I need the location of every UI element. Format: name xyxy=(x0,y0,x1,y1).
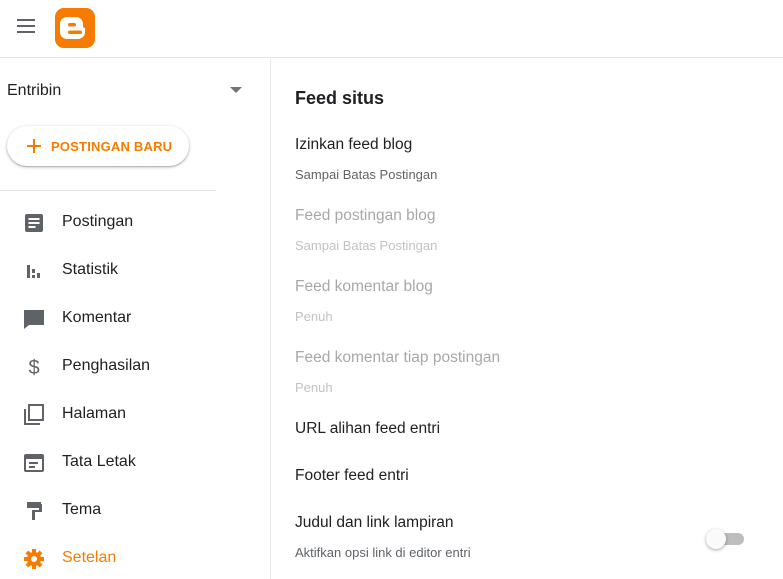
section-title: Feed situs xyxy=(295,88,385,108)
gear-icon xyxy=(22,547,46,571)
toggle-thumb xyxy=(706,529,726,549)
sidebar-item-label: Tata Letak xyxy=(62,453,136,470)
setting-value: Sampai Batas Postingan xyxy=(295,238,438,253)
setting-title: Feed postingan blog xyxy=(295,207,436,224)
stats-icon xyxy=(22,259,46,283)
blog-selector[interactable]: Entribin xyxy=(0,59,260,121)
sidebar-item-label: Halaman xyxy=(62,405,127,422)
sidebar-item-halaman[interactable]: Halaman xyxy=(0,393,260,437)
layout-icon xyxy=(22,451,46,475)
setting-title: Footer feed entri xyxy=(295,467,409,484)
hamburger-menu-icon[interactable] xyxy=(17,19,37,35)
setting-title: Feed komentar blog xyxy=(295,278,433,295)
sidebar-item-tata-letak[interactable]: Tata Letak xyxy=(0,441,260,485)
sidebar: Entribin POSTINGAN BARU Postingan Statis… xyxy=(0,59,271,579)
svg-text:$: $ xyxy=(28,357,39,379)
setting-title: Feed komentar tiap postingan xyxy=(295,349,501,366)
setting-value: Sampai Batas Postingan xyxy=(295,167,438,182)
theme-icon xyxy=(22,499,46,523)
dropdown-caret-icon xyxy=(230,87,242,93)
dollar-icon: $ xyxy=(22,355,46,379)
blogger-logo[interactable] xyxy=(55,8,95,48)
new-post-button[interactable]: POSTINGAN BARU xyxy=(7,126,189,166)
setting-value: Penuh xyxy=(295,380,333,395)
top-app-bar xyxy=(0,0,783,58)
posts-icon xyxy=(22,211,46,235)
new-post-label: POSTINGAN BARU xyxy=(51,139,173,154)
setting-title: URL alihan feed entri xyxy=(295,420,441,437)
pages-icon xyxy=(22,403,46,427)
sidebar-item-statistik[interactable]: Statistik xyxy=(0,249,260,293)
sidebar-divider xyxy=(0,190,216,191)
setting-value: Aktifkan opsi link di editor entri xyxy=(295,545,471,560)
sidebar-item-komentar[interactable]: Komentar xyxy=(0,297,260,341)
blog-name: Entribin xyxy=(7,82,62,99)
setting-blog-post-feed: Feed postingan blog Sampai Batas Posting… xyxy=(295,207,765,253)
sidebar-item-label: Setelan xyxy=(62,549,117,566)
setting-title: Izinkan feed blog xyxy=(295,136,413,153)
setting-post-feed-redirect-url[interactable]: URL alihan feed entri xyxy=(295,420,765,438)
setting-title-and-enclosure-links[interactable]: Judul dan link lampiran Aktifkan opsi li… xyxy=(295,514,765,560)
setting-per-post-comment-feed: Feed komentar tiap postingan Penuh xyxy=(295,349,765,395)
plus-icon xyxy=(26,138,42,154)
setting-blog-comment-feed: Feed komentar blog Penuh xyxy=(295,278,765,324)
sidebar-item-label: Statistik xyxy=(62,261,119,278)
main-content: Feed situs Izinkan feed blog Sampai Bata… xyxy=(272,59,783,579)
sidebar-item-label: Penghasilan xyxy=(62,357,151,374)
setting-allow-blog-feed[interactable]: Izinkan feed blog Sampai Batas Postingan xyxy=(295,136,765,182)
setting-post-feed-footer[interactable]: Footer feed entri xyxy=(295,467,765,485)
sidebar-item-label: Komentar xyxy=(62,309,132,326)
setting-value: Penuh xyxy=(295,309,333,324)
sidebar-item-setelan[interactable]: Setelan xyxy=(0,537,260,579)
sidebar-item-postingan[interactable]: Postingan xyxy=(0,201,260,245)
setting-title: Judul dan link lampiran xyxy=(295,514,454,531)
comment-icon xyxy=(22,307,46,331)
enclosure-links-toggle[interactable] xyxy=(706,529,746,549)
sidebar-item-tema[interactable]: Tema xyxy=(0,489,260,533)
sidebar-item-penghasilan[interactable]: $ Penghasilan xyxy=(0,345,260,389)
sidebar-item-label: Tema xyxy=(62,501,102,518)
sidebar-item-label: Postingan xyxy=(62,213,134,230)
